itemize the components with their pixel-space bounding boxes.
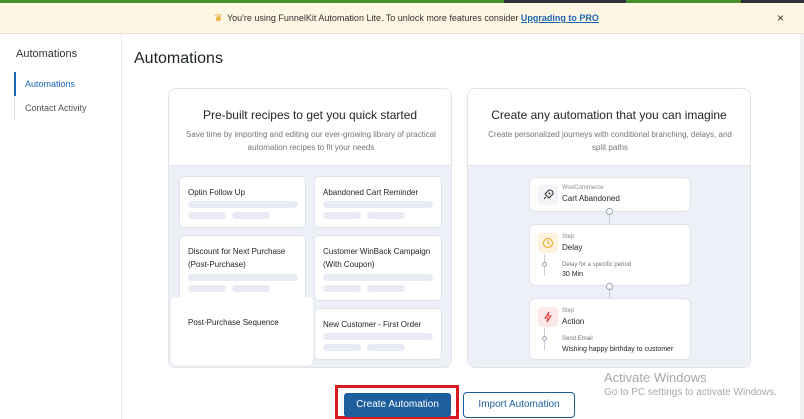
action-step-label: Step <box>562 308 575 314</box>
sidebar-item-automations[interactable]: Automations <box>14 72 87 96</box>
placeholder-bar <box>323 201 433 208</box>
recipes-card-subtitle: Save time by importing and editing our e… <box>186 130 436 152</box>
placeholder-bar <box>323 344 361 351</box>
placeholder-bar <box>323 212 361 219</box>
placeholder-bar <box>188 201 298 208</box>
clock-icon <box>538 233 558 253</box>
rocket-icon <box>538 185 558 205</box>
recipe-card[interactable]: Abandoned Cart Reminder <box>314 176 442 228</box>
delay-node: Step Delay Delay for a specific period 3… <box>529 224 691 286</box>
trigger-source: WooCommerce <box>562 185 604 191</box>
crown-icon: ♛ <box>214 13 223 24</box>
recipe-title: Abandoned Cart Reminder <box>323 188 419 197</box>
recipe-card[interactable]: Customer WinBack Campaign (With Coupon) <box>314 235 442 301</box>
watermark-subtitle: Go to PC settings to activate Windows. <box>604 387 777 398</box>
placeholder-bar <box>323 285 361 292</box>
delay-step-label: Step <box>562 234 575 240</box>
create-automation-button[interactable]: Create Automation <box>344 393 451 417</box>
recipe-title: Optin Follow Up <box>188 188 245 197</box>
recipe-card[interactable]: New Customer - First Order <box>314 308 442 360</box>
connector-dot <box>606 283 613 290</box>
builder-card-title: Create any automation that you can imagi… <box>491 108 727 122</box>
recipe-card[interactable]: Post-Purchase Sequence <box>171 297 313 365</box>
delay-description: Delay for a specific period <box>562 262 632 268</box>
placeholder-bar <box>188 212 226 219</box>
sidebar-divider <box>121 34 122 419</box>
scrollbar[interactable] <box>800 34 804 419</box>
action-node: Step Action Send Email Wishing happy bir… <box>529 298 691 360</box>
sidebar: Automations Automations Contact Activity <box>0 34 120 419</box>
close-icon[interactable]: × <box>777 11 784 25</box>
recipes-card: Pre-built recipes to get you quick start… <box>168 88 452 368</box>
recipe-card[interactable]: Optin Follow Up <box>179 176 306 228</box>
bolt-icon <box>538 307 558 327</box>
builder-card-subtitle: Create personalized journeys with condit… <box>488 130 732 152</box>
page-title: Automations <box>134 50 223 67</box>
sidebar-item-contact-activity[interactable]: Contact Activity <box>15 96 87 120</box>
recipe-title: New Customer - First Order <box>323 320 422 329</box>
recipe-title: Post-Purchase Sequence <box>188 318 279 327</box>
notice-text: You're using FunnelKit Automation Lite. … <box>226 13 519 23</box>
action-branch-dot <box>542 336 547 341</box>
upgrade-notice: ♛ You're using FunnelKit Automation Lite.… <box>0 3 804 34</box>
activation-watermark: Activate Windows Go to PC settings to ac… <box>604 370 777 398</box>
upgrade-link[interactable]: Upgrading to PRO <box>521 13 599 23</box>
connector-dot <box>606 208 613 215</box>
placeholder-bar <box>188 274 298 281</box>
workflow-preview: WooCommerce Cart Abandoned Step Delay De… <box>468 165 750 367</box>
delay-value: 30 Min <box>562 271 584 278</box>
trigger-label: Cart Abandoned <box>562 194 620 203</box>
placeholder-bar <box>367 344 405 351</box>
delay-label: Delay <box>562 243 583 252</box>
placeholder-bar <box>323 274 433 281</box>
recipes-card-title: Pre-built recipes to get you quick start… <box>202 108 418 122</box>
trigger-node: WooCommerce Cart Abandoned <box>529 177 691 212</box>
placeholder-bar <box>232 285 270 292</box>
recipe-title: Customer WinBack Campaign (With Coupon) <box>323 247 431 269</box>
placeholder-bar <box>367 212 405 219</box>
action-value: Wishing happy birthday to customer <box>562 346 674 353</box>
builder-card: Create any automation that you can imagi… <box>467 88 751 368</box>
watermark-title: Activate Windows <box>604 370 707 385</box>
action-label: Action <box>562 317 585 326</box>
sidebar-nav: Automations Contact Activity <box>14 72 87 120</box>
placeholder-bar <box>232 212 270 219</box>
sidebar-heading: Automations <box>16 48 78 60</box>
placeholder-bar <box>323 333 433 340</box>
placeholder-bar <box>188 285 226 292</box>
action-description: Send Email <box>562 336 593 342</box>
recipes-grid: Optin Follow Up Abandoned Cart Reminder … <box>169 165 451 367</box>
delay-branch-dot <box>542 262 547 267</box>
recipe-title: Discount for Next Purchase (Post-Purchas… <box>188 247 286 269</box>
import-automation-button[interactable]: Import Automation <box>463 392 575 418</box>
placeholder-bar <box>367 285 405 292</box>
recipe-card[interactable]: Discount for Next Purchase (Post-Purchas… <box>179 235 306 301</box>
